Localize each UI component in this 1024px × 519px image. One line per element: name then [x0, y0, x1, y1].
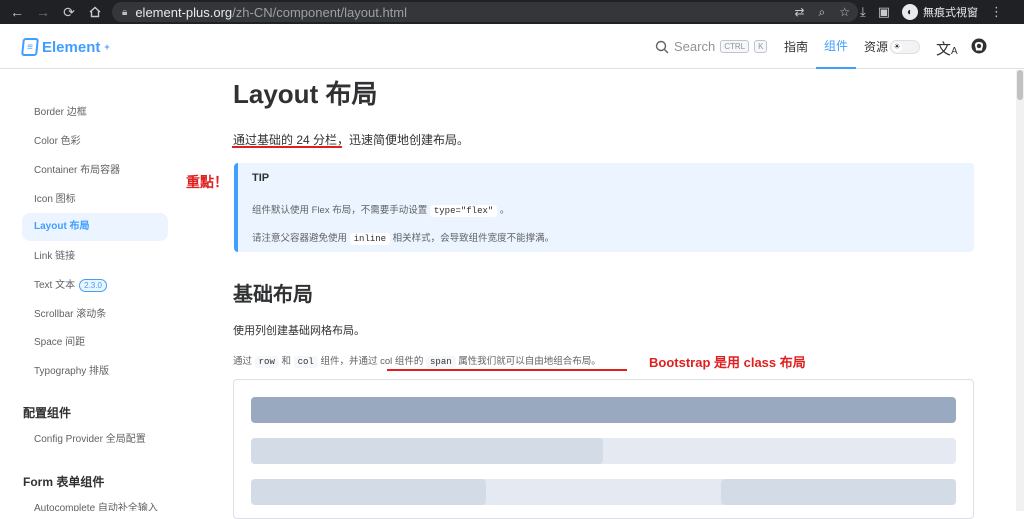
bookmark-star-icon[interactable]: ☆: [839, 5, 850, 19]
tip-line-2-text: 请注意父容器避免使用: [252, 233, 350, 244]
language-icon[interactable]: 文A: [936, 38, 958, 59]
sun-icon: ☀: [892, 42, 902, 52]
scrollbar-thumb[interactable]: [1017, 70, 1023, 100]
search-button[interactable]: Search CTRL K: [655, 39, 768, 54]
tip-title: TIP: [252, 172, 270, 184]
element-logo-icon: ≡: [21, 38, 39, 56]
incognito-icon: ◐: [902, 4, 919, 20]
sidebar-item-color[interactable]: Color 色彩: [34, 134, 81, 150]
row-col-description: 通过 row 和 col 组件，并通过 col 组件的 span 属性我们就可以…: [233, 353, 601, 368]
section-title: 基础布局: [233, 284, 313, 306]
url-path: /zh-CN/component/layout.html: [232, 4, 408, 20]
search-icon: [655, 40, 669, 53]
p2-d: 属性我们就可以自由地组合布局。: [455, 356, 601, 367]
tip-line-1: 组件默认使用 Flex 布局，不需要手动设置 type="flex" 。: [252, 202, 510, 217]
sidebar-item-layout[interactable]: Layout 布局: [22, 213, 168, 241]
p2-b: 和: [278, 356, 294, 367]
sidebar-item-icon[interactable]: Icon 图标: [34, 192, 76, 208]
sidebar-item-config-provider[interactable]: Config Provider 全局配置: [34, 432, 146, 448]
tip-line-1-text: 组件默认使用 Flex 布局，不需要手动设置: [252, 205, 430, 216]
download-icon[interactable]: ⤓: [860, 4, 866, 20]
profile-label: 無痕式視窗: [923, 7, 979, 19]
site-header: ≡ Element + Search CTRL K 指南 组件 资源 ☀ 文A: [0, 24, 1024, 69]
translate-icon[interactable]: ⇄: [794, 5, 804, 19]
address-bar[interactable]: 🔒︎ element-plus.org/zh-CN/component/layo…: [112, 2, 858, 22]
demo-col-half: [251, 438, 603, 464]
p2-c: 组件，并通过 col 组件的: [317, 356, 427, 367]
tip-code-inline: inline: [349, 233, 391, 245]
lead-rest: 迅速简便地创建布局。: [349, 133, 470, 147]
home-icon[interactable]: [82, 0, 108, 24]
sidebar-group-config: 配置组件: [23, 406, 72, 420]
kbd-ctrl: CTRL: [720, 40, 750, 53]
logo-text: Element: [42, 38, 101, 56]
sidebar-item-link[interactable]: Link 链接: [34, 249, 75, 265]
search-label: Search: [674, 39, 716, 54]
tip-line-1-end: 。: [497, 205, 510, 216]
sidebar-item-space[interactable]: Space 间距: [34, 335, 85, 351]
sidebar-item-text[interactable]: Text 文本 2.3.0: [34, 278, 107, 294]
page-scrollbar[interactable]: [1016, 70, 1024, 511]
github-icon[interactable]: [971, 38, 987, 58]
browser-toolbar: ← → ⟳ 🔒︎ element-plus.org/zh-CN/componen…: [0, 0, 1024, 24]
logo[interactable]: ≡ Element +: [21, 38, 110, 56]
section-description: 使用列创建基础网格布局。: [233, 325, 365, 337]
demo-col-third-1: [251, 479, 486, 505]
sidebar-group-form: Form 表单组件: [23, 475, 105, 489]
nav-guide[interactable]: 指南: [776, 24, 816, 69]
logo-sup: +: [104, 42, 110, 52]
annotation-underline-col: [387, 369, 627, 371]
main-nav: 指南 组件 资源: [776, 24, 896, 69]
layout-demo-block: [233, 379, 974, 519]
sidebar-item-typography[interactable]: Typography 排版: [34, 364, 109, 380]
code-col: col: [293, 356, 318, 368]
page-title: Layout 布局: [233, 79, 378, 109]
tip-line-2: 请注意父容器避免使用 inline 相关样式，会导致组件宽度不能撑满。: [252, 230, 555, 245]
tip-line-2-end: 相关样式，会导致组件宽度不能撑满。: [390, 233, 555, 244]
url-host: element-plus.org: [135, 4, 233, 20]
theme-toggle[interactable]: ☀: [890, 40, 920, 54]
lead-emphasis: 通过基础的 24 分栏，: [233, 133, 350, 147]
demo-col-full: [251, 397, 956, 423]
annotation-underline-lead: [232, 146, 342, 148]
sidebar-item-scrollbar[interactable]: Scrollbar 滚动条: [34, 307, 106, 323]
code-row: row: [254, 356, 279, 368]
sidebar: Border 边框 Color 色彩 Container 布局容器 Icon 图…: [0, 70, 196, 511]
sidebar-item-autocomplete[interactable]: Autocomplete 自动补全输入: [34, 501, 158, 511]
annotation-bootstrap: Bootstrap 是用 class 布局: [649, 355, 806, 370]
lock-icon: 🔒︎: [122, 6, 128, 18]
annotation-emphasis: 重點！: [186, 174, 228, 190]
code-span: span: [426, 356, 456, 368]
version-badge: 2.3.0: [79, 279, 107, 292]
demo-col-third-3: [721, 479, 956, 505]
p2-a: 通过: [233, 356, 255, 367]
reload-icon[interactable]: ⟳: [56, 0, 82, 24]
incognito-profile-button[interactable]: ◐ 無痕式視窗: [902, 4, 978, 20]
sidebar-item-text-label: Text 文本: [34, 280, 76, 291]
back-icon[interactable]: ←: [4, 0, 30, 24]
tip-code-flex: type="flex": [429, 205, 498, 217]
kbd-k: K: [754, 40, 768, 53]
forward-icon[interactable]: →: [30, 0, 56, 24]
tip-box: TIP 组件默认使用 Flex 布局，不需要手动设置 type="flex" 。…: [234, 163, 974, 252]
sidebar-item-border[interactable]: Border 边框: [34, 105, 87, 121]
zoom-icon[interactable]: ⌕: [819, 5, 826, 20]
nav-components[interactable]: 组件: [816, 24, 857, 69]
side-panel-icon[interactable]: ▣: [878, 4, 890, 20]
sidebar-item-container[interactable]: Container 布局容器: [34, 163, 120, 179]
menu-icon[interactable]: ⋮: [990, 4, 1003, 20]
